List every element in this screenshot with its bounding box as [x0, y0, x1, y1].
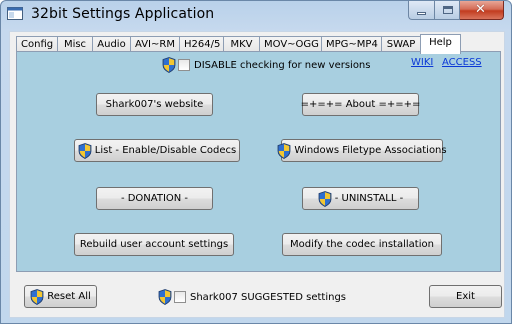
modify-installation-button[interactable]: Modify the codec installation — [282, 233, 442, 256]
disable-update-label: DISABLE checking for new versions — [194, 59, 371, 71]
associations-button[interactable]: Windows Filetype Associations — [281, 139, 447, 162]
uac-shield-icon — [162, 57, 176, 73]
exit-button-label: Exit — [456, 291, 475, 302]
title-bar[interactable]: 32bit Settings Application ✕ — [1, 1, 511, 29]
about-button[interactable]: =+=+= About =+=+= — [300, 93, 421, 116]
donation-button-label: - DONATION - — [120, 193, 189, 204]
client-area: Config Misc Audio AVI~RM H264/5 MKV MOV~… — [9, 31, 505, 318]
reset-all-button[interactable]: Reset All — [24, 285, 97, 308]
codecs-button-label: List - Enable/Disable Codecs — [94, 145, 237, 156]
maximize-icon — [443, 6, 453, 14]
caption-buttons: ✕ — [408, 1, 504, 21]
uninstall-button-label: - UNINSTALL - — [334, 193, 404, 204]
close-button[interactable]: ✕ — [460, 1, 504, 20]
rebuild-settings-button[interactable]: Rebuild user account settings — [74, 233, 234, 256]
settings-window: 32bit Settings Application ✕ Config Misc… — [0, 0, 512, 324]
donation-button[interactable]: - DONATION - — [96, 187, 213, 210]
help-panel: DISABLE checking for new versions WIKI A… — [16, 51, 501, 272]
uac-shield-icon — [30, 289, 44, 305]
about-button-label: =+=+= About =+=+= — [300, 99, 421, 110]
uac-shield-icon — [277, 143, 291, 159]
access-link[interactable]: ACCESS — [442, 57, 482, 68]
app-window-icon — [7, 7, 23, 20]
tab-strip: Config Misc Audio AVI~RM H264/5 MKV MOV~… — [16, 34, 461, 54]
suggested-settings-label: Shark007 SUGGESTED settings — [190, 291, 346, 303]
suggested-settings-checkbox[interactable] — [174, 291, 186, 303]
codecs-button[interactable]: List - Enable/Disable Codecs — [74, 139, 240, 162]
suggested-settings-row: Shark007 SUGGESTED settings — [158, 289, 346, 305]
disable-update-checkbox[interactable] — [178, 59, 190, 71]
close-icon: ✕ — [475, 2, 486, 17]
uac-shield-icon — [318, 191, 332, 207]
uac-shield-icon — [158, 289, 172, 305]
minimize-button[interactable] — [408, 1, 434, 20]
uninstall-button[interactable]: - UNINSTALL - — [302, 187, 419, 210]
rebuild-settings-button-label: Rebuild user account settings — [79, 239, 229, 250]
minimize-icon — [417, 12, 426, 15]
disable-update-check-row: DISABLE checking for new versions — [162, 57, 370, 73]
associations-button-label: Windows Filetype Associations — [294, 145, 447, 156]
website-button-label: Shark007's website — [105, 99, 204, 110]
maximize-button[interactable] — [434, 1, 460, 20]
exit-button[interactable]: Exit — [429, 285, 502, 308]
tab-help[interactable]: Help — [420, 34, 461, 54]
uac-shield-icon — [78, 143, 92, 159]
modify-installation-button-label: Modify the codec installation — [290, 239, 434, 250]
wiki-link[interactable]: WIKI — [411, 57, 433, 68]
reset-all-button-label: Reset All — [47, 291, 91, 302]
window-title: 32bit Settings Application — [31, 6, 215, 22]
website-button[interactable]: Shark007's website — [96, 93, 213, 116]
